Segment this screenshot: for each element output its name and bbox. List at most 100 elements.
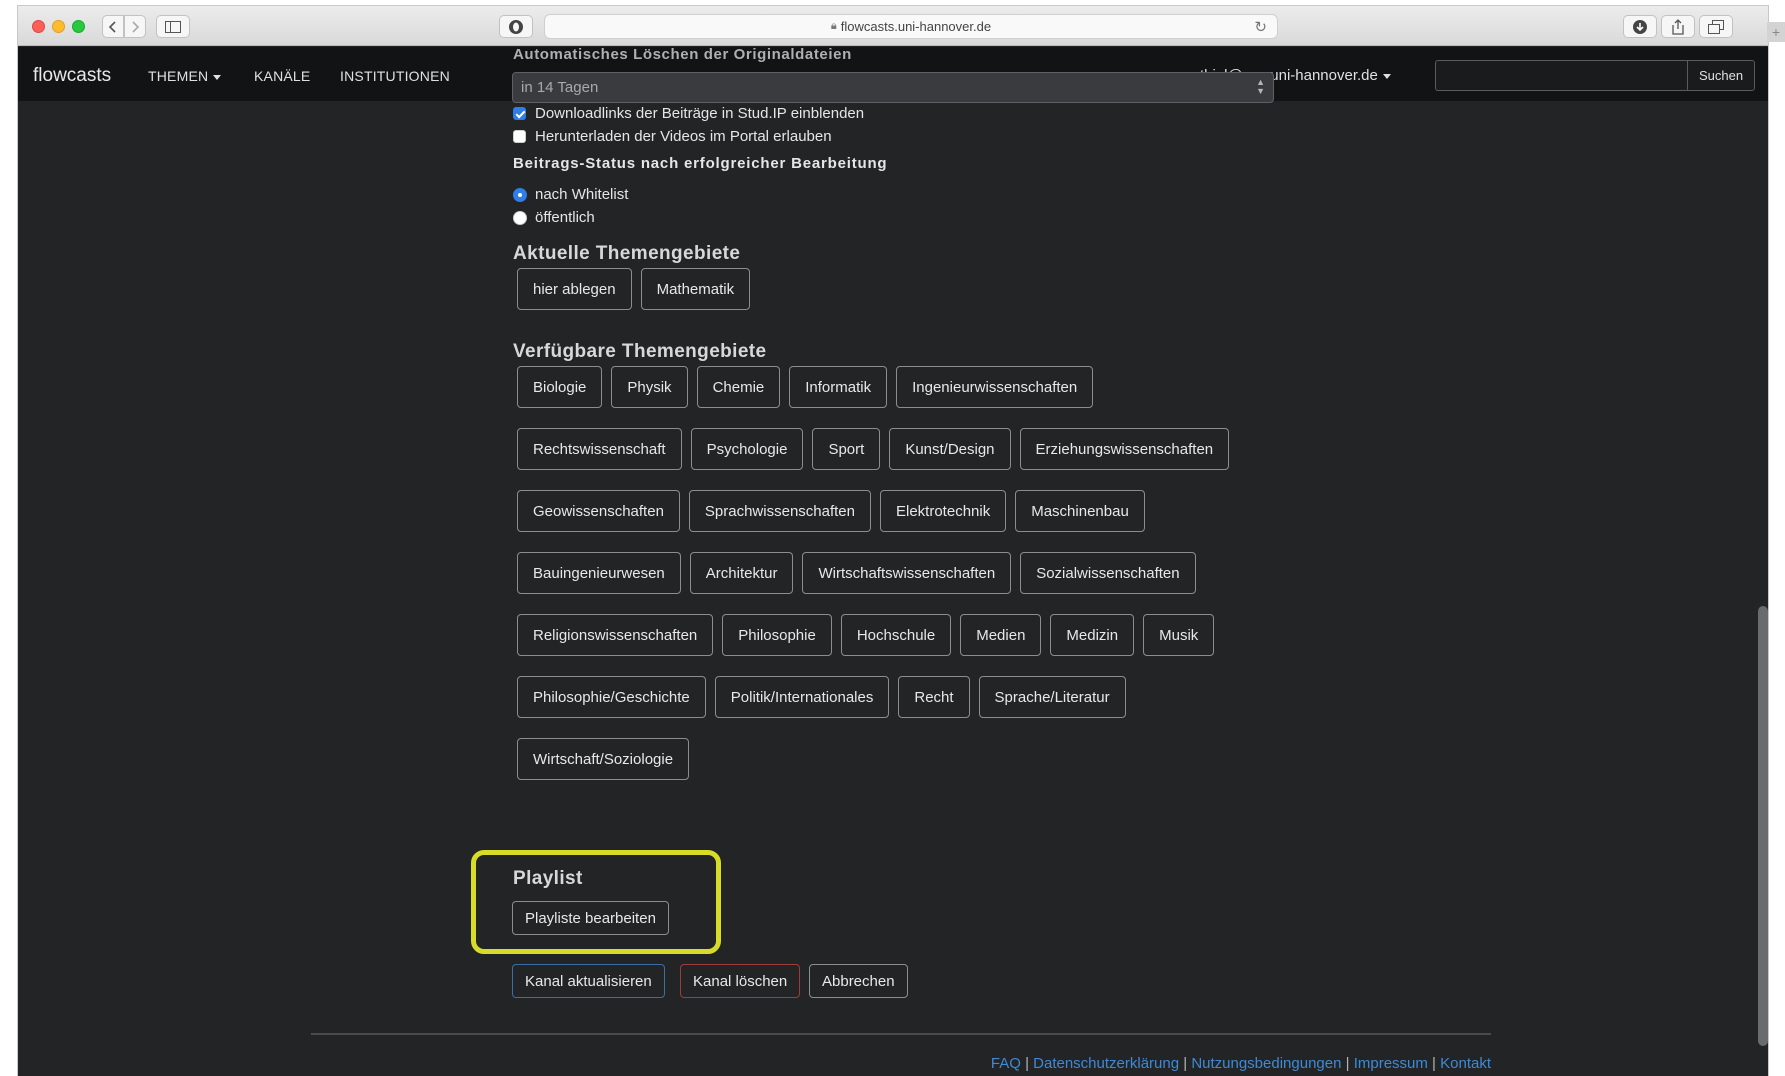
download-icon [1633, 19, 1647, 34]
privacy-extension-button[interactable] [499, 15, 533, 38]
available-topic-tag[interactable]: Musik [1143, 614, 1215, 656]
download-videos-checkbox[interactable] [513, 130, 526, 143]
footer-links: FAQ | Datenschutzerklärung | Nutzungsbed… [991, 1055, 1491, 1072]
chevron-left-icon [108, 20, 116, 33]
available-topic-tag[interactable]: Erziehungswissenschaften [1019, 428, 1230, 470]
select-arrows-icon: ▲ ▼ [1256, 77, 1265, 96]
checkbox-row-download-videos[interactable]: Herunterladen der Videos im Portal erlau… [513, 128, 832, 145]
nav-kanaele[interactable]: KANÄLE [254, 68, 310, 84]
sidebar-icon [165, 20, 181, 33]
available-topic-tag[interactable]: Psychologie [690, 428, 804, 470]
minimize-window-button[interactable] [52, 20, 65, 33]
available-topic-tag[interactable]: Philosophie [722, 614, 832, 656]
available-topic-tag[interactable]: Kunst/Design [889, 428, 1011, 470]
auto-delete-select[interactable]: in 14 Tagen ▲ ▼ [512, 72, 1274, 103]
footer-separator: | [1432, 1055, 1436, 1072]
footer-divider [311, 1033, 1491, 1035]
available-topic-tag[interactable]: Politik/Internationales [714, 676, 890, 718]
footer-link-faq[interactable]: FAQ [991, 1055, 1021, 1072]
cancel-button[interactable]: Abbrechen [809, 964, 908, 998]
footer-link-contact[interactable]: Kontakt [1440, 1055, 1491, 1072]
available-topic-tag[interactable]: Sprachwissenschaften [688, 490, 871, 532]
available-topics-row: Wirtschaft/Soziologie [517, 738, 690, 780]
browser-titlebar: 🔒︎ flowcasts.uni-hannover.de ↻ [18, 6, 1768, 46]
whitelist-radio[interactable] [513, 187, 527, 202]
available-topics-row: Geowissenschaften Sprachwissenschaften E… [517, 490, 1145, 532]
available-topic-tag[interactable]: Philosophie/Geschichte [517, 676, 706, 718]
footer-separator: | [1345, 1055, 1350, 1072]
available-topic-tag[interactable]: Maschinenbau [1015, 490, 1145, 532]
footer-link-imprint[interactable]: Impressum [1354, 1055, 1428, 1072]
sidebar-toggle-button[interactable] [156, 15, 190, 38]
radio-row-public[interactable]: öffentlich [513, 209, 595, 226]
shield-icon [509, 19, 523, 34]
available-topics-heading: Verfügbare Themengebiete [513, 341, 767, 362]
nav-institutionen[interactable]: INSTITUTIONEN [340, 68, 450, 84]
available-topic-tag[interactable]: Sport [812, 428, 881, 470]
tabs-overview-button[interactable] [1699, 15, 1733, 38]
checkbox-row-downloadlinks[interactable]: Downloadlinks der Beiträge in Stud.IP ei… [513, 105, 864, 122]
available-topic-tag[interactable]: Geowissenschaften [517, 490, 680, 532]
delete-channel-button[interactable]: Kanal löschen [680, 964, 801, 998]
available-topic-tag[interactable]: Medien [960, 614, 1042, 656]
available-topic-tag[interactable]: Physik [611, 366, 688, 408]
current-topic-tag[interactable]: Mathematik [640, 268, 751, 310]
available-topic-tag[interactable]: Sprache/Literatur [978, 676, 1126, 718]
tabs-icon [1708, 19, 1724, 34]
nav-themen[interactable]: THEMEN [148, 68, 222, 84]
close-window-button[interactable] [32, 20, 45, 33]
download-videos-label: Herunterladen der Videos im Portal erlau… [535, 128, 832, 145]
edit-playlist-button[interactable]: Playliste bearbeiten [512, 901, 669, 935]
available-topic-tag[interactable]: Religionswissenschaften [517, 614, 714, 656]
available-topics-row: Religionswissenschaften Philosophie Hoch… [517, 614, 1215, 656]
available-topic-tag[interactable]: Informatik [789, 366, 888, 408]
zoom-window-button[interactable] [72, 20, 85, 33]
page-scrollbar[interactable] [1758, 606, 1768, 1046]
available-topics-row: Biologie Physik Chemie Informatik Ingeni… [517, 366, 1094, 408]
reload-icon[interactable]: ↻ [1254, 18, 1267, 36]
footer-link-privacy[interactable]: Datenschutzerklärung [1033, 1055, 1179, 1072]
auto-delete-label: Automatisches Löschen der Originaldateie… [513, 46, 852, 63]
available-topic-tag[interactable]: Architektur [689, 552, 794, 594]
available-topic-tag[interactable]: Biologie [517, 366, 603, 408]
nav-themen-label: THEMEN [148, 68, 209, 84]
search-button[interactable]: Suchen [1687, 60, 1755, 91]
forward-button[interactable] [124, 15, 146, 38]
share-button[interactable] [1661, 15, 1695, 38]
available-topic-tag[interactable]: Wirtschaft/Soziologie [517, 738, 690, 780]
available-topic-tag[interactable]: Recht [898, 676, 970, 718]
available-topic-tag[interactable]: Sozialwissenschaften [1020, 552, 1196, 594]
available-topics-row: Philosophie/Geschichte Politik/Internati… [517, 676, 1126, 718]
available-topic-tag[interactable]: Chemie [696, 366, 781, 408]
available-topics-row: Rechtswissenschaft Psychologie Sport Kun… [517, 428, 1230, 470]
update-channel-button[interactable]: Kanal aktualisieren [512, 964, 665, 998]
available-topics-row: Bauingenieurwesen Architektur Wirtschaft… [517, 552, 1196, 594]
available-topic-tag[interactable]: Elektrotechnik [880, 490, 1007, 532]
public-radio[interactable] [513, 210, 527, 225]
available-topic-tag[interactable]: Bauingenieurwesen [517, 552, 681, 594]
new-tab-button[interactable]: + [1767, 22, 1785, 42]
status-label: Beitrags-Status nach erfolgreicher Bearb… [513, 155, 888, 172]
back-button[interactable] [102, 15, 124, 38]
available-topic-tag[interactable]: Medizin [1050, 614, 1135, 656]
whitelist-label: nach Whitelist [535, 186, 629, 203]
site-brand[interactable]: flowcasts [33, 65, 111, 87]
available-topic-tag[interactable]: Ingenieurwissenschaften [896, 366, 1094, 408]
available-topic-tag[interactable]: Hochschule [840, 614, 952, 656]
lock-icon: 🔒︎ [830, 20, 837, 32]
current-topic-tag[interactable]: hier ablegen [517, 268, 632, 310]
chevron-right-icon [132, 20, 140, 33]
footer-link-terms[interactable]: Nutzungsbedingungen [1191, 1055, 1341, 1072]
radio-row-whitelist[interactable]: nach Whitelist [513, 186, 628, 203]
search-input[interactable] [1435, 60, 1687, 91]
available-topic-tag[interactable]: Wirtschaftswissenschaften [802, 552, 1012, 594]
address-bar[interactable]: 🔒︎ flowcasts.uni-hannover.de ↻ [544, 14, 1278, 39]
footer-separator: | [1025, 1055, 1029, 1072]
share-icon [1672, 18, 1684, 35]
downloads-button[interactable] [1623, 15, 1657, 38]
chevron-down-icon [213, 74, 222, 80]
downloadlinks-checkbox[interactable] [513, 107, 526, 120]
chevron-down-icon [1382, 73, 1391, 79]
browser-window: 🔒︎ flowcasts.uni-hannover.de ↻ flowcasts… [18, 6, 1768, 1076]
available-topic-tag[interactable]: Rechtswissenschaft [517, 428, 682, 470]
